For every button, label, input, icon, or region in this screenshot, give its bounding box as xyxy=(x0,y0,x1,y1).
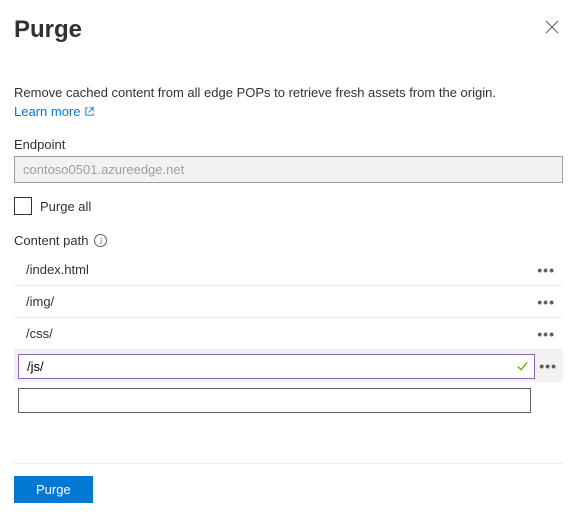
path-input-active[interactable] xyxy=(18,354,535,379)
info-icon[interactable]: i xyxy=(94,234,107,247)
page-title: Purge xyxy=(14,16,82,44)
learn-more-link[interactable]: Learn more xyxy=(14,104,95,119)
close-button[interactable] xyxy=(541,16,563,41)
path-row-empty xyxy=(14,388,563,413)
path-row: /img/ ••• xyxy=(14,286,563,318)
more-icon: ••• xyxy=(539,358,557,374)
purge-all-row: Purge all xyxy=(14,197,563,215)
path-row-active: ••• xyxy=(14,350,563,382)
path-value[interactable]: /css/ xyxy=(18,320,533,347)
external-link-icon xyxy=(84,106,95,117)
checkmark-icon xyxy=(516,360,529,373)
close-icon xyxy=(545,20,559,34)
row-menu-button[interactable]: ••• xyxy=(533,260,559,280)
panel-footer: Purge xyxy=(14,463,563,503)
endpoint-input xyxy=(14,156,563,183)
purge-all-label: Purge all xyxy=(40,199,91,214)
description-text: Remove cached content from all edge POPs… xyxy=(14,84,563,102)
row-menu-button[interactable]: ••• xyxy=(533,324,559,344)
path-input-wrap xyxy=(18,354,535,379)
endpoint-label: Endpoint xyxy=(14,137,563,152)
row-menu-button[interactable]: ••• xyxy=(533,292,559,312)
path-input-empty[interactable] xyxy=(18,388,531,413)
more-icon: ••• xyxy=(537,294,555,310)
content-path-label: Content path xyxy=(14,233,88,248)
purge-all-checkbox[interactable] xyxy=(14,197,32,215)
more-icon: ••• xyxy=(537,326,555,342)
learn-more-label: Learn more xyxy=(14,104,80,119)
path-row: /index.html ••• xyxy=(14,254,563,286)
path-row: /css/ ••• xyxy=(14,318,563,350)
content-path-label-row: Content path i xyxy=(14,233,563,248)
content-path-list: /index.html ••• /img/ ••• /css/ ••• ••• xyxy=(14,254,563,413)
more-icon: ••• xyxy=(537,262,555,278)
path-value[interactable]: /img/ xyxy=(18,288,533,315)
row-menu-button[interactable]: ••• xyxy=(535,356,561,376)
path-value[interactable]: /index.html xyxy=(18,256,533,283)
panel-header: Purge xyxy=(14,16,563,44)
purge-button[interactable]: Purge xyxy=(14,476,93,503)
